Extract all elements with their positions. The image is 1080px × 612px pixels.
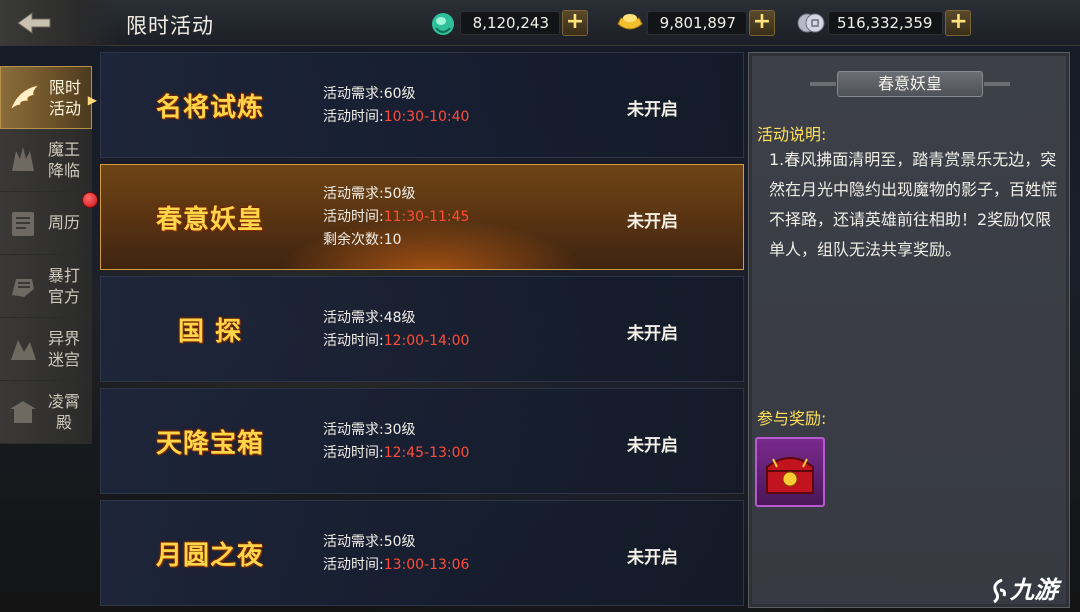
- reward-item-slot[interactable]: [755, 437, 825, 507]
- add-gold-button[interactable]: +: [749, 10, 775, 36]
- event-time-line: 活动时间:10:30-10:40: [323, 106, 469, 129]
- event-time: 12:45-13:00: [383, 445, 470, 461]
- event-row[interactable]: 天降宝箱 活动需求:30级 活动时间:12:45-13:00 未开启: [100, 388, 744, 494]
- sidebar-item-label: 暴打官方: [47, 266, 80, 306]
- back-arrow-icon: [17, 12, 51, 34]
- sidebar-item-label: 限时活动: [48, 78, 81, 118]
- event-requirement: 活动需求:60级: [323, 86, 416, 102]
- event-time-line: 活动时间:12:00-14:00: [323, 330, 469, 353]
- event-time: 10:30-10:40: [383, 109, 470, 125]
- event-requirement: 活动需求:30级: [323, 422, 416, 438]
- sidebar-item-demon-king[interactable]: 魔王降临: [0, 129, 92, 192]
- event-info: 活动需求:50级 活动时间:13:00-13:06: [323, 531, 469, 577]
- demon-icon: [12, 147, 34, 171]
- active-arrow-icon: ▶: [87, 93, 97, 107]
- scroll-icon: [12, 212, 34, 236]
- event-status: 未开启: [627, 324, 678, 344]
- sidebar-item-beat-official[interactable]: 暴打官方: [0, 255, 92, 318]
- event-time: 13:00-13:06: [383, 557, 470, 573]
- event-info: 活动需求:60级 活动时间:10:30-10:40: [323, 83, 469, 129]
- event-status: 未开启: [627, 436, 678, 456]
- event-name: 春意妖皇: [155, 204, 264, 235]
- add-jade-button[interactable]: +: [562, 10, 588, 36]
- jade-amount: 8,120,243: [460, 11, 560, 35]
- event-remaining: 剩余次数:10: [323, 232, 402, 248]
- event-requirement: 活动需求:48级: [323, 310, 416, 326]
- silver-amount: 516,332,359: [828, 11, 944, 35]
- event-list: 名将试炼 活动需求:60级 活动时间:10:30-10:40 未开启 春意妖皇 …: [100, 52, 744, 612]
- event-requirement: 活动需求:50级: [323, 534, 416, 550]
- event-time-label: 活动时间:: [323, 109, 384, 125]
- page-title: 限时活动: [126, 14, 214, 38]
- event-info: 活动需求:48级 活动时间:12:00-14:00: [323, 307, 469, 353]
- fist-icon: [12, 279, 34, 297]
- maze-icon: [11, 340, 36, 360]
- sidebar-item-lingxiao-palace[interactable]: 凌霄殿: [0, 381, 92, 444]
- event-time-label: 活动时间:: [323, 557, 384, 573]
- event-time-label: 活动时间:: [323, 333, 384, 349]
- sidebar-item-label: 异界迷宫: [47, 329, 80, 369]
- sidebar-item-label: 魔王降临: [47, 140, 80, 180]
- sidebar: 限时活动 ▶ 魔王降临 周历 暴打官方 异界迷宫 凌霄殿: [0, 66, 98, 444]
- event-status: 未开启: [627, 548, 678, 568]
- event-info: 活动需求:30级 活动时间:12:45-13:00: [323, 419, 469, 465]
- notification-dot: [82, 192, 98, 208]
- sidebar-item-label: 凌霄殿: [47, 392, 80, 432]
- event-row[interactable]: 月圆之夜 活动需求:50级 活动时间:13:00-13:06 未开启: [100, 500, 744, 606]
- reward-heading: 参与奖励:: [757, 409, 827, 428]
- top-bar: 限时活动 8,120,243 + 9,801,897 + 516,332,359…: [0, 0, 1080, 46]
- event-status: 未开启: [627, 212, 678, 232]
- silver-coins-icon: [797, 13, 825, 33]
- event-time-label: 活动时间:: [323, 445, 384, 461]
- sidebar-item-label: 周历: [47, 213, 80, 232]
- currency-silver: 516,332,359 +: [796, 8, 972, 38]
- gold-amount: 9,801,897: [647, 11, 747, 35]
- sidebar-item-otherworld-maze[interactable]: 异界迷宫: [0, 318, 92, 381]
- gold-ingot-icon: [617, 14, 643, 30]
- event-name: 名将试炼: [155, 92, 264, 123]
- add-silver-button[interactable]: +: [945, 10, 972, 36]
- event-name: 天降宝箱: [155, 428, 264, 459]
- currency-gold: 9,801,897 +: [615, 8, 775, 38]
- currency-jade: 8,120,243 +: [428, 8, 588, 38]
- event-info: 活动需求:50级 活动时间:11:30-11:45 剩余次数:10: [323, 183, 469, 252]
- watermark: 九游: [990, 570, 1058, 605]
- wing-icon: [9, 84, 41, 112]
- detail-title: 春意妖皇: [810, 71, 1010, 97]
- event-time-line: 活动时间:11:30-11:45: [323, 206, 469, 229]
- event-row[interactable]: 国 探 活动需求:48级 活动时间:12:00-14:00 未开启: [100, 276, 744, 382]
- back-button[interactable]: [0, 0, 118, 46]
- description-text: 1.春风拂面清明至，踏青赏景乐无边，突然在月光中隐约出现魔物的影子，百姓慌不择路…: [769, 150, 1058, 259]
- event-requirement: 活动需求:50级: [323, 186, 416, 202]
- event-detail-panel: 春意妖皇 活动说明: 1.春风拂面清明至，踏青赏景乐无边，突然在月光中隐约出现魔…: [748, 52, 1070, 608]
- event-time: 11:30-11:45: [383, 209, 470, 225]
- event-status: 未开启: [627, 100, 678, 120]
- red-treasure-chest-icon: [766, 457, 814, 494]
- event-time-line: 活动时间:12:45-13:00: [323, 442, 469, 465]
- event-time-line: 活动时间:13:00-13:06: [323, 554, 469, 577]
- sidebar-item-limited-events[interactable]: 限时活动 ▶: [0, 66, 97, 129]
- event-name: 国 探: [177, 316, 243, 347]
- sidebar-item-weekly-calendar[interactable]: 周历: [0, 192, 98, 255]
- event-time: 12:00-14:00: [383, 333, 470, 349]
- event-row[interactable]: 名将试炼 活动需求:60级 活动时间:10:30-10:40 未开启: [100, 52, 744, 158]
- jiuyou-logo-icon: [993, 578, 1006, 604]
- palace-icon: [10, 401, 36, 423]
- event-time-label: 活动时间:: [323, 209, 384, 225]
- event-name: 月圆之夜: [155, 540, 264, 571]
- jade-icon: [432, 13, 454, 35]
- description-heading: 活动说明:: [757, 125, 827, 144]
- event-row-selected[interactable]: 春意妖皇 活动需求:50级 活动时间:11:30-11:45 剩余次数:10 未…: [100, 164, 744, 270]
- watermark-text: 九游: [1010, 576, 1058, 604]
